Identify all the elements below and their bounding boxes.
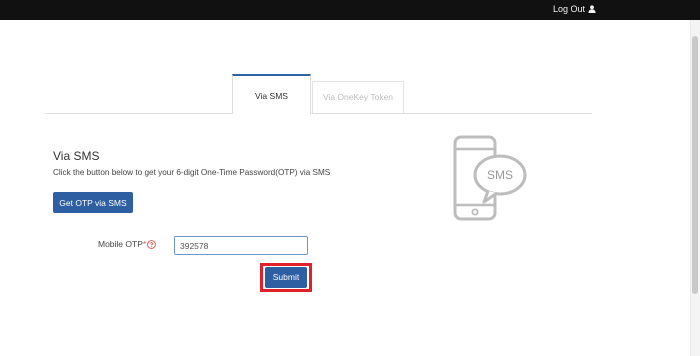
section-title: Via SMS [53,149,100,163]
submit-button[interactable]: Submit [265,267,307,288]
logout-label: Log Out [552,4,585,14]
mobile-otp-label-text: Mobile OTP [98,239,143,249]
tab-via-onekey-token[interactable]: Via OneKey Token [312,81,404,113]
tab-bar-divider [45,113,592,114]
sms-bubble-text: SMS [487,168,513,182]
mobile-otp-input[interactable] [174,236,308,255]
get-otp-via-sms-button[interactable]: Get OTP via SMS [53,192,133,213]
question-circle-icon[interactable] [147,239,157,249]
phone-sms-icon: SMS [448,134,532,222]
section-description: Click the button below to get your 6-dig… [53,168,331,177]
top-navigation-bar: Log Out [0,0,700,20]
mobile-otp-label: Mobile OTP * [98,239,157,249]
user-icon [588,5,596,13]
vertical-scrollbar-thumb[interactable] [692,36,698,294]
logout-link[interactable]: Log Out [553,2,596,16]
tab-via-sms[interactable]: Via SMS [232,74,311,114]
required-marker: * [142,239,147,249]
